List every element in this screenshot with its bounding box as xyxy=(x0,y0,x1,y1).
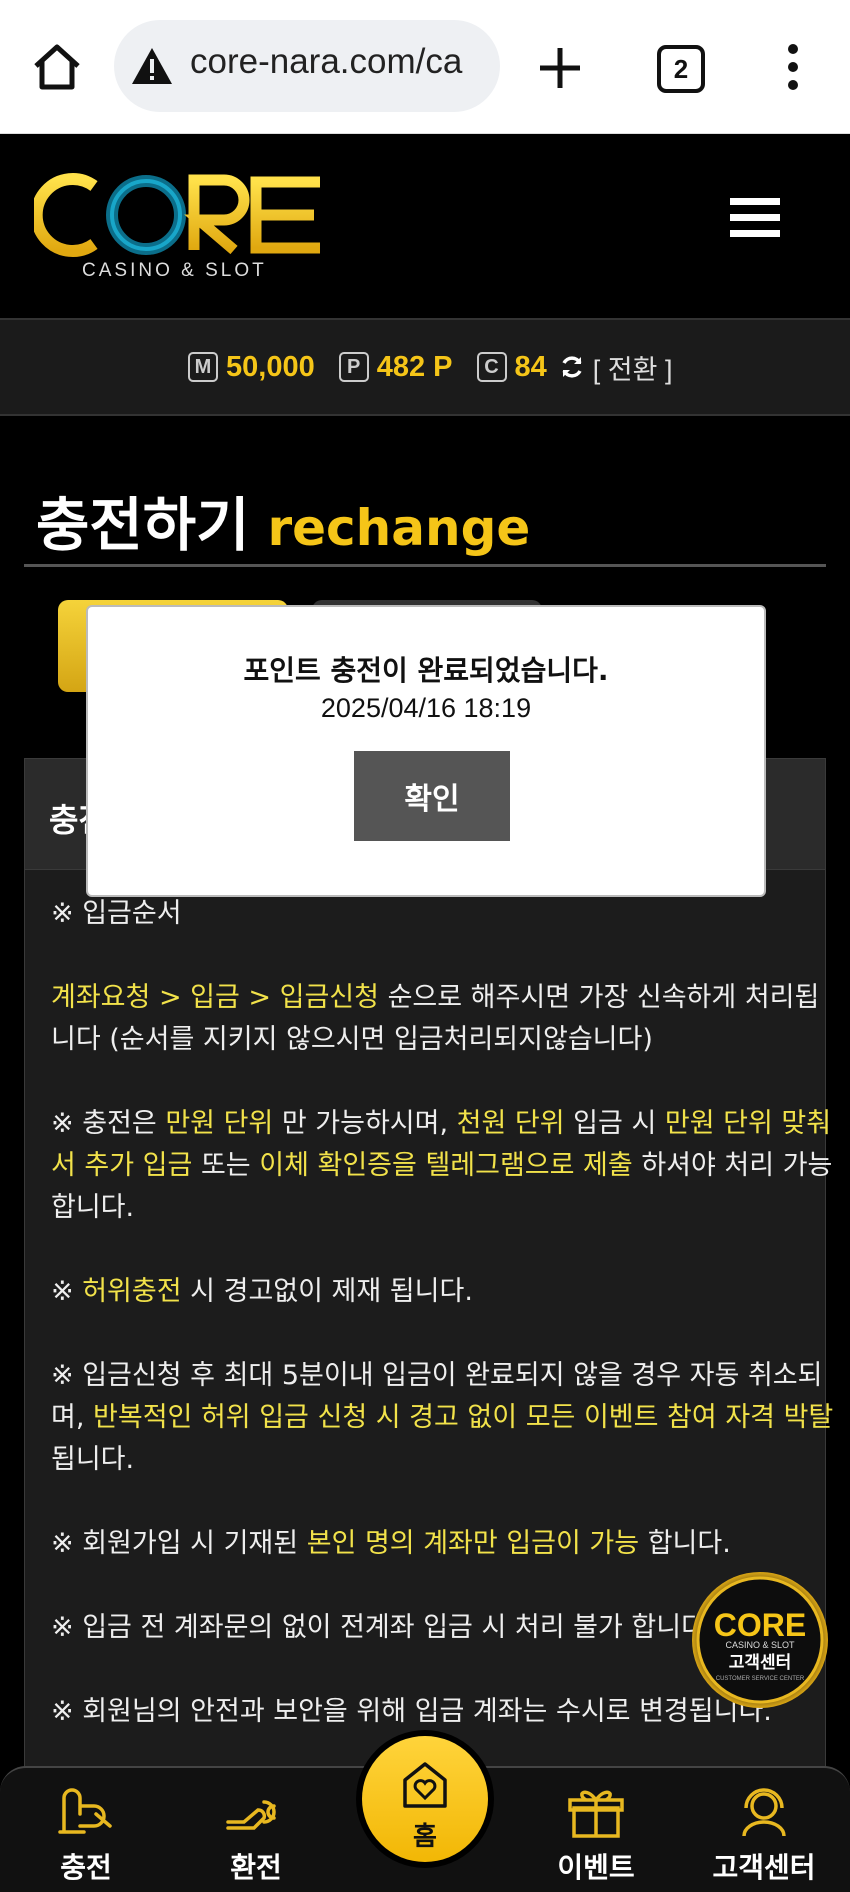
url-text: core-nara.com/ca xyxy=(190,42,463,81)
note-item: ※ 충전은 만원 단위 만 가능하시며, 천원 단위 입금 시 만원 단위 맞춰… xyxy=(51,1108,833,1223)
site-header: CASINO & SLOT xyxy=(0,134,850,320)
support-icon xyxy=(742,1788,786,1837)
warning-icon xyxy=(132,48,172,84)
balance-bar: M 50,000 P 482 P C 84 [ 전환 ] xyxy=(0,320,850,416)
dialog-message: 포인트 충전이 완료되었습니다. xyxy=(243,654,609,687)
customer-service-float-button[interactable]: CORE CASINO & SLOT 고객센터 CUSTOMER SERVICE… xyxy=(690,1570,830,1710)
address-bar[interactable]: core-nara.com/ca xyxy=(114,20,500,112)
nav-support[interactable]: 고객센터 xyxy=(704,1784,824,1892)
nav-home[interactable]: 홈 xyxy=(362,1736,488,1862)
money-value: 50,000 xyxy=(226,350,315,383)
page-title-en: rechange xyxy=(267,499,531,557)
cs-caption: CUSTOMER SERVICE CENTER xyxy=(716,1676,805,1682)
coin-badge: C xyxy=(476,352,507,382)
note-item: ※ 입금순서 xyxy=(51,898,182,929)
cs-logo-text: CORE xyxy=(714,1607,806,1643)
money-badge: M xyxy=(188,352,218,382)
logo-subtitle: CASINO & SLOT xyxy=(82,260,267,280)
nav-event-label: 이벤트 xyxy=(557,1851,635,1884)
core-logo[interactable]: CASINO & SLOT xyxy=(34,170,324,280)
hamburger-menu-icon[interactable] xyxy=(730,196,780,240)
note-item: ※ 허위충전 시 경고없이 제재 됩니다. xyxy=(51,1276,473,1307)
coin-value: 84 xyxy=(514,350,547,383)
point-badge: P xyxy=(338,352,369,382)
exchange-icon xyxy=(226,1800,276,1830)
tab-count-button[interactable]: 2 xyxy=(657,45,705,93)
new-tab-icon[interactable] xyxy=(536,44,584,92)
cs-label: 고객센터 xyxy=(729,1653,792,1673)
page-title: 충전하기 rechange xyxy=(36,478,530,562)
cs-logo-sub: CASINO & SLOT xyxy=(725,1640,795,1650)
confirm-button[interactable]: 확인 xyxy=(354,751,510,841)
gift-icon xyxy=(568,1790,624,1838)
browser-toolbar: core-nara.com/ca 2 xyxy=(0,0,850,134)
home-heart-icon xyxy=(403,1762,447,1808)
nav-home-label: 홈 xyxy=(413,1822,437,1852)
deposit-icon xyxy=(58,1788,112,1834)
note-item: 계좌요청 > 입금 > 입금신청 순으로 해주시면 가장 신속하게 처리됩니다 … xyxy=(51,982,820,1055)
confirmation-dialog: 포인트 충전이 완료되었습니다. 2025/04/16 18:19 확인 xyxy=(86,605,766,897)
nav-event[interactable]: 이벤트 xyxy=(536,1784,656,1892)
title-divider xyxy=(24,564,826,567)
convert-button[interactable]: [ 전환 ] xyxy=(593,348,673,387)
nav-deposit[interactable]: 충전 xyxy=(26,1784,146,1892)
home-icon[interactable] xyxy=(30,40,84,94)
page-title-ko: 충전하기 xyxy=(36,491,250,559)
nav-exchange[interactable]: 환전 xyxy=(196,1784,316,1892)
dialog-timestamp: 2025/04/16 18:19 xyxy=(320,693,532,723)
nav-support-label: 고객센터 xyxy=(712,1851,816,1884)
nav-exchange-label: 환전 xyxy=(230,1851,282,1884)
deposit-panel: 충전 ※ 입금순서 계좌요청 > 입금 > 입금신청 순으로 해주시면 가장 신… xyxy=(24,758,833,1892)
note-item: ※ 입금신청 후 최대 5분이내 입금이 완료되지 않을 경우 자동 취소되며,… xyxy=(51,1360,834,1475)
refresh-icon[interactable] xyxy=(559,354,585,380)
nav-deposit-label: 충전 xyxy=(60,1851,112,1884)
more-menu-icon[interactable] xyxy=(776,42,810,92)
point-value: 482 P xyxy=(376,350,453,383)
note-item: ※ 회원가입 시 기재된 본인 명의 계좌만 입금이 가능 합니다. xyxy=(51,1528,731,1559)
